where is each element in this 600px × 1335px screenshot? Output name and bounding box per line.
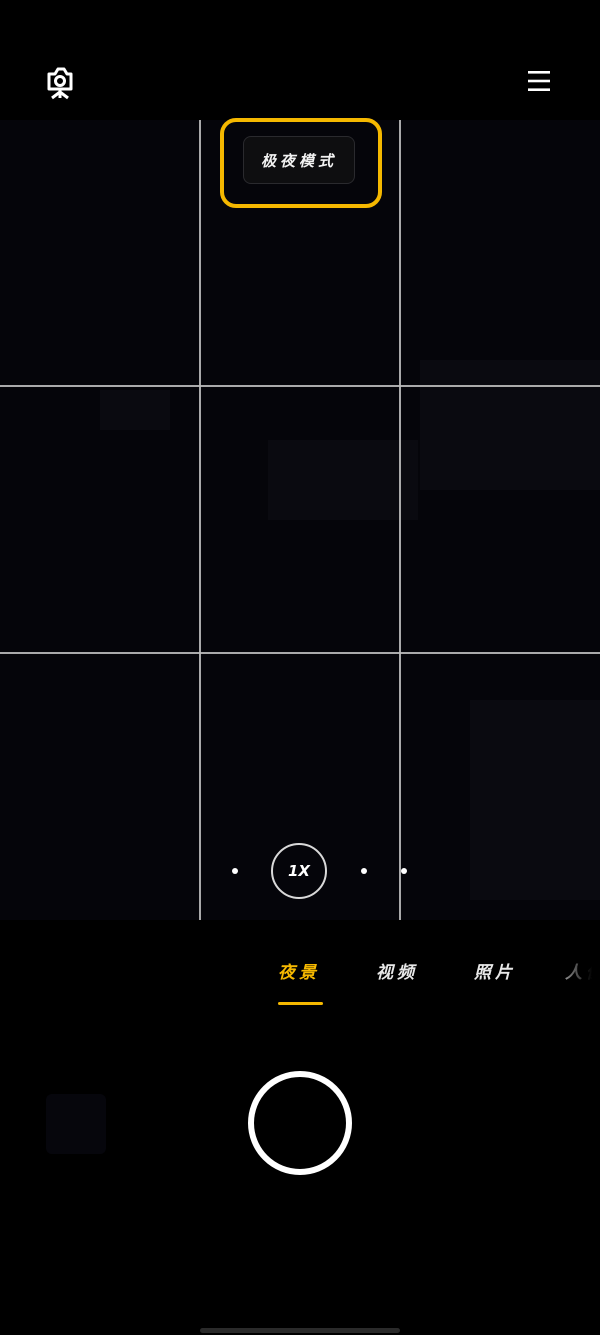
- tab-video[interactable]: 视频: [376, 958, 418, 983]
- camera-settings-icon[interactable]: [44, 66, 76, 100]
- grid-line: [0, 652, 600, 654]
- mode-strip-fade: [548, 940, 600, 1000]
- gallery-thumbnail[interactable]: [46, 1094, 106, 1154]
- scene-shadow: [100, 390, 170, 430]
- shutter-button[interactable]: [248, 1071, 352, 1175]
- tab-photo[interactable]: 照片: [474, 958, 516, 983]
- grid-line: [199, 120, 201, 920]
- zoom-dot[interactable]: [401, 868, 407, 874]
- top-bar: [0, 0, 600, 120]
- scene-shadow: [420, 360, 600, 490]
- scene-shadow: [268, 440, 418, 520]
- menu-icon[interactable]: [527, 70, 551, 92]
- scene-shadow: [470, 700, 600, 900]
- tab-night[interactable]: 夜景: [278, 958, 320, 983]
- grid-line: [0, 385, 600, 387]
- zoom-label: 1X: [287, 862, 310, 880]
- zoom-dot[interactable]: [361, 868, 367, 874]
- camera-viewfinder[interactable]: [0, 120, 600, 920]
- home-indicator[interactable]: [200, 1328, 400, 1333]
- night-mode-chip[interactable]: 极夜模式: [243, 136, 355, 184]
- zoom-button[interactable]: 1X: [271, 843, 327, 899]
- zoom-dot[interactable]: [232, 868, 238, 874]
- grid-line: [399, 120, 401, 920]
- active-tab-indicator: [278, 1002, 323, 1005]
